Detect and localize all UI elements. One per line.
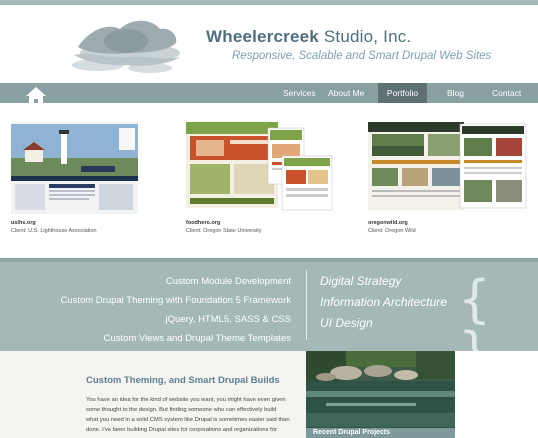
main-nav: Services About Me Portfolio Blog Contact bbox=[0, 83, 538, 105]
intro-line: done. I've been building Drupal sites fo… bbox=[86, 427, 277, 433]
portfolio-client: Client: U.S. Lighthouse Association bbox=[11, 228, 97, 234]
nav-item-about-me[interactable]: About Me bbox=[321, 83, 371, 103]
portfolio-thumbnail[interactable] bbox=[11, 122, 138, 214]
site-tagline: Responsive, Scalable and Smart Drupal We… bbox=[232, 50, 492, 62]
logo-mark-icon[interactable] bbox=[68, 13, 186, 77]
intro-body: You have an idea for the kind of website… bbox=[86, 395, 290, 435]
site-title-rest: Studio, Inc. bbox=[318, 27, 412, 46]
nav-item-portfolio[interactable]: Portfolio bbox=[378, 83, 427, 103]
intro-line: what you need in a solid CMS system like… bbox=[86, 417, 290, 423]
intro-panel: Custom Theming, and Smart Drupal Builds … bbox=[0, 351, 306, 438]
portfolio-client: Client: Oregon State University bbox=[186, 228, 262, 234]
river-rocks-photo bbox=[306, 351, 455, 438]
services-band: Custom Module Development Custom Drupal … bbox=[0, 258, 538, 378]
band-top-border bbox=[0, 258, 538, 262]
site-title[interactable]: Wheelercreek Studio, Inc. bbox=[206, 27, 411, 47]
nav-item-services[interactable]: Services bbox=[276, 83, 323, 103]
services-divider bbox=[306, 270, 307, 340]
intro-line: some thought to the design. But finding … bbox=[86, 407, 277, 413]
portfolio-thumbnail[interactable] bbox=[368, 122, 527, 214]
nav-item-contact[interactable]: Contact bbox=[485, 83, 528, 103]
feature-item: UI Design bbox=[320, 316, 373, 330]
portfolio-client: Client: Oregon Wild bbox=[368, 228, 416, 234]
site-header: Wheelercreek Studio, Inc. Responsive, Sc… bbox=[0, 5, 538, 83]
feature-item: Information Architecture bbox=[320, 295, 447, 309]
features-list: Digital Strategy Information Architectur… bbox=[320, 271, 447, 334]
intro-heading: Custom Theming, and Smart Drupal Builds bbox=[86, 375, 280, 386]
feature-item: Digital Strategy bbox=[320, 274, 402, 288]
intro-line: You have an idea for the kind of website… bbox=[86, 397, 286, 403]
portfolio-thumbnail[interactable] bbox=[186, 122, 333, 214]
service-item: jQuery, HTML5, SASS & CSS bbox=[165, 314, 291, 325]
service-item: Custom Module Development bbox=[165, 276, 291, 287]
service-item: Custom Drupal Theming with Foundation 5 … bbox=[60, 295, 291, 306]
recent-projects-label: Recent Drupal Projects bbox=[313, 429, 391, 436]
services-list: Custom Module Development Custom Drupal … bbox=[60, 272, 291, 348]
recent-projects-bar[interactable]: Recent Drupal Projects bbox=[306, 428, 455, 438]
nav-item-blog[interactable]: Blog bbox=[440, 83, 471, 103]
content-section: Custom Theming, and Smart Drupal Builds … bbox=[0, 351, 538, 438]
service-item: Custom Views and Drupal Theme Templates bbox=[103, 333, 291, 344]
page: Wheelercreek Studio, Inc. Responsive, Sc… bbox=[0, 0, 538, 438]
site-title-strong: Wheelercreek bbox=[206, 27, 319, 46]
portfolio-title[interactable]: foodhero.org bbox=[186, 220, 220, 226]
portfolio-title[interactable]: oregonwild.org bbox=[368, 220, 408, 226]
portfolio-section: uslhs.org Client: U.S. Lighthouse Associ… bbox=[0, 103, 538, 258]
portfolio-title[interactable]: uslhs.org bbox=[11, 220, 36, 226]
